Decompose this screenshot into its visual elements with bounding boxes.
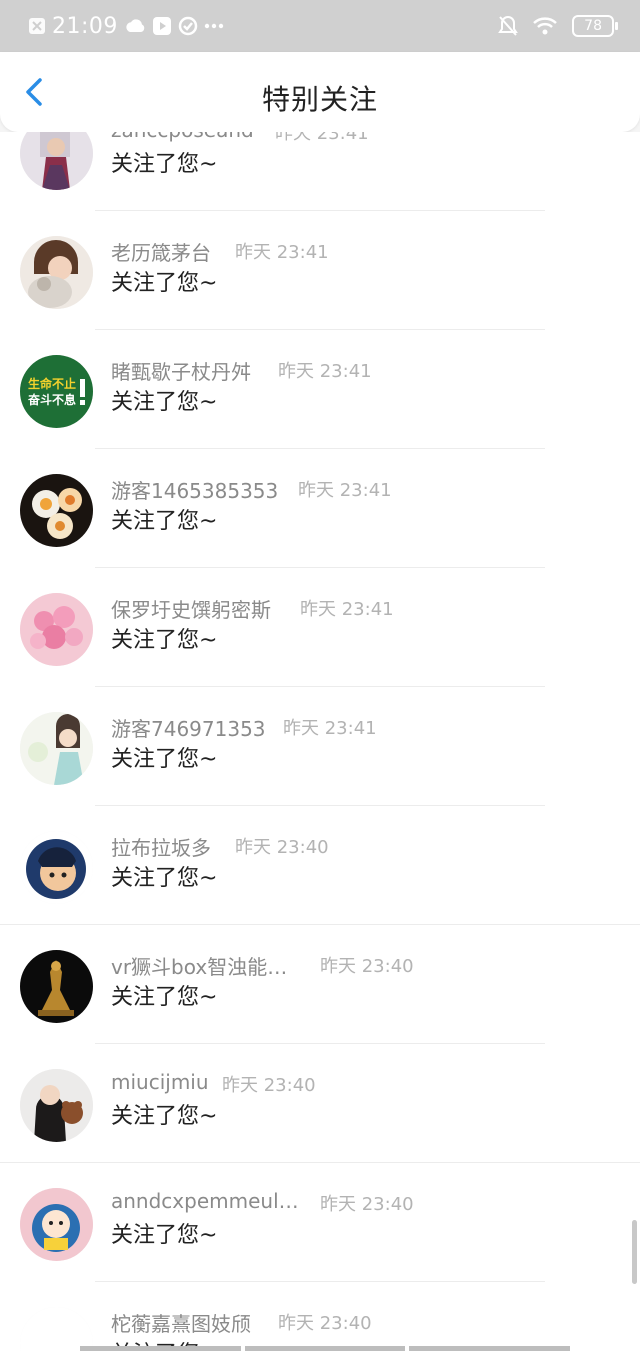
avatar[interactable]: [20, 831, 93, 904]
battery-indicator: 78: [572, 15, 618, 37]
list-item[interactable]: zanccposeand 昨天 23:41 关注了您~: [0, 132, 640, 211]
avatar[interactable]: [20, 474, 93, 547]
list-item[interactable]: 游客746971353 昨天 23:41 关注了您~: [0, 687, 640, 806]
user-name: 睹甄歇子杖丹舛: [111, 360, 251, 384]
avatar[interactable]: [20, 593, 93, 666]
follow-time: 昨天 23:41: [278, 361, 372, 382]
list-item[interactable]: miucijmiu 昨天 23:40 关注了您~: [0, 1044, 640, 1163]
follow-time: 昨天 23:40: [320, 1194, 414, 1215]
follow-time: 昨天 23:41: [298, 480, 392, 501]
user-name: vr獗斗box智浊能…: [111, 955, 288, 979]
follow-time: 昨天 23:41: [283, 718, 377, 739]
follow-message: 关注了您~: [111, 509, 218, 534]
status-left: 21:09: [28, 12, 224, 40]
follow-time: 昨天 23:41: [235, 242, 329, 263]
follow-message: 关注了您~: [111, 1223, 218, 1248]
avatar[interactable]: [20, 236, 93, 309]
user-name: 柁蘅嘉熹图妓颀: [111, 1312, 251, 1336]
list-item[interactable]: anndcxpemmeul… 昨天 23:40 关注了您~: [0, 1163, 640, 1282]
list-item[interactable]: 柁蘅嘉熹图妓颀 昨天 23:40 关注了您~: [0, 1282, 640, 1351]
user-name: 游客1465385353: [111, 479, 279, 503]
avatar[interactable]: [20, 1069, 93, 1142]
avatar[interactable]: [20, 712, 93, 785]
status-time: 21:09: [52, 13, 118, 39]
user-name: 拉布拉坂多: [111, 836, 211, 860]
user-name: miucijmiu: [111, 1070, 209, 1094]
follow-time: 昨天 23:40: [222, 1075, 316, 1096]
follow-list: zanccposeand 昨天 23:41 关注了您~ 老历箴茅台 昨天 23:…: [0, 132, 640, 1351]
follow-message: 关注了您~: [111, 152, 218, 177]
list-item[interactable]: 老历箴茅台 昨天 23:41 关注了您~: [0, 211, 640, 330]
follow-message: 关注了您~: [111, 1104, 218, 1129]
wifi-icon: [533, 17, 558, 35]
user-name: 保罗圩史馔躬密斯: [111, 598, 271, 622]
follow-message: 关注了您~: [111, 985, 218, 1010]
follow-message: 关注了您~: [111, 390, 218, 415]
status-bar: 21:09 78: [0, 0, 640, 52]
list-item[interactable]: 拉布拉坂多 昨天 23:40 关注了您~: [0, 806, 640, 925]
follow-message: 关注了您~: [111, 271, 218, 296]
follow-time: 昨天 23:40: [278, 1313, 372, 1334]
page-title: 特别关注: [261, 83, 378, 116]
video-app-icon: [152, 17, 171, 35]
more-dots-icon: [204, 23, 224, 29]
avatar[interactable]: 生命不止 奋斗不息: [20, 355, 93, 428]
mute-bell-icon: [498, 15, 519, 36]
list-item[interactable]: 保罗圩史馔躬密斯 昨天 23:41 关注了您~: [0, 568, 640, 687]
list-item[interactable]: vr獗斗box智浊能… 昨天 23:40 关注了您~: [0, 925, 640, 1044]
scrollbar[interactable]: [632, 1220, 637, 1284]
user-name: anndcxpemmeul…: [111, 1189, 299, 1213]
status-right: 78: [498, 12, 618, 40]
follow-message: 关注了您~: [111, 866, 218, 891]
user-name: 老历箴茅台: [111, 241, 211, 265]
follow-message: 关注了您~: [111, 628, 218, 653]
follow-message: 关注了您~: [111, 747, 218, 772]
avatar[interactable]: [20, 1307, 93, 1351]
avatar[interactable]: [20, 950, 93, 1023]
user-name: 游客746971353: [111, 717, 266, 741]
bottom-overlay: [80, 1346, 571, 1351]
avatar-motto-line1: 生命不止: [28, 376, 76, 391]
follow-time: 昨天 23:41: [275, 132, 369, 144]
follow-time: 昨天 23:40: [320, 956, 414, 977]
user-name: zanccposeand: [111, 132, 254, 142]
list-item[interactable]: 生命不止 奋斗不息 睹甄歇子杖丹舛 昨天 23:41 关注了您~: [0, 330, 640, 449]
avatar[interactable]: [20, 1188, 93, 1261]
avatar[interactable]: [20, 132, 93, 190]
list-item[interactable]: 游客1465385353 昨天 23:41 关注了您~: [0, 449, 640, 568]
avatar-motto-line2: 奋斗不息: [27, 392, 76, 407]
follow-time: 昨天 23:40: [235, 837, 329, 858]
cloud-icon: [126, 19, 145, 32]
nav-bar: 特别关注: [0, 52, 640, 132]
notification-close-icon: [29, 18, 45, 34]
follow-time: 昨天 23:41: [300, 599, 394, 620]
sync-icon: [178, 16, 198, 36]
